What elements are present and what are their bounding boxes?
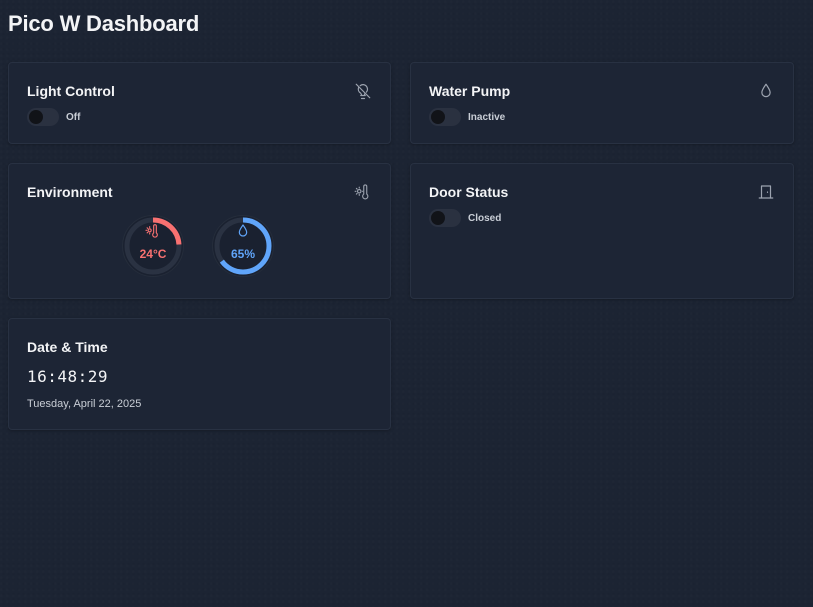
sun-thermometer-icon (145, 223, 161, 239)
humidity-value: 65% (230, 247, 256, 261)
sun-thermometer-icon (354, 183, 372, 201)
humidity-gauge: 65% (209, 212, 277, 280)
clock-time: 16:48:29 (27, 367, 109, 386)
light-status-label: Off (66, 111, 81, 123)
droplet-icon (757, 82, 775, 100)
door-toggle[interactable] (429, 209, 461, 227)
door-toggle-knob (431, 211, 445, 225)
door-closed-icon (757, 183, 775, 201)
door-status-card: Door Status Closed (410, 163, 794, 299)
page-title: Pico W Dashboard (8, 11, 200, 36)
light-toggle-knob (29, 110, 43, 124)
environment-card: Environment 24°C 65% (8, 163, 391, 299)
water-pump-card: Water Pump Inactive (410, 62, 794, 144)
pump-toggle-knob (431, 110, 445, 124)
datetime-title: Date & Time (27, 339, 108, 355)
datetime-card: Date & Time 16:48:29 Tuesday, April 22, … (8, 318, 391, 430)
temperature-value: 24°C (139, 247, 167, 261)
clock-date: Tuesday, April 22, 2025 (27, 398, 142, 410)
light-toggle[interactable] (27, 108, 59, 126)
light-control-card: Light Control Off (8, 62, 391, 144)
door-status-label: Closed (468, 212, 502, 224)
light-control-title: Light Control (27, 83, 115, 99)
pump-toggle[interactable] (429, 108, 461, 126)
pump-status-label: Inactive (468, 111, 506, 123)
lightbulb-off-icon (354, 82, 372, 100)
temperature-gauge: 24°C (119, 212, 187, 280)
droplet-icon (235, 223, 251, 239)
door-status-title: Door Status (429, 184, 509, 200)
environment-title: Environment (27, 184, 113, 200)
water-pump-title: Water Pump (429, 83, 511, 99)
